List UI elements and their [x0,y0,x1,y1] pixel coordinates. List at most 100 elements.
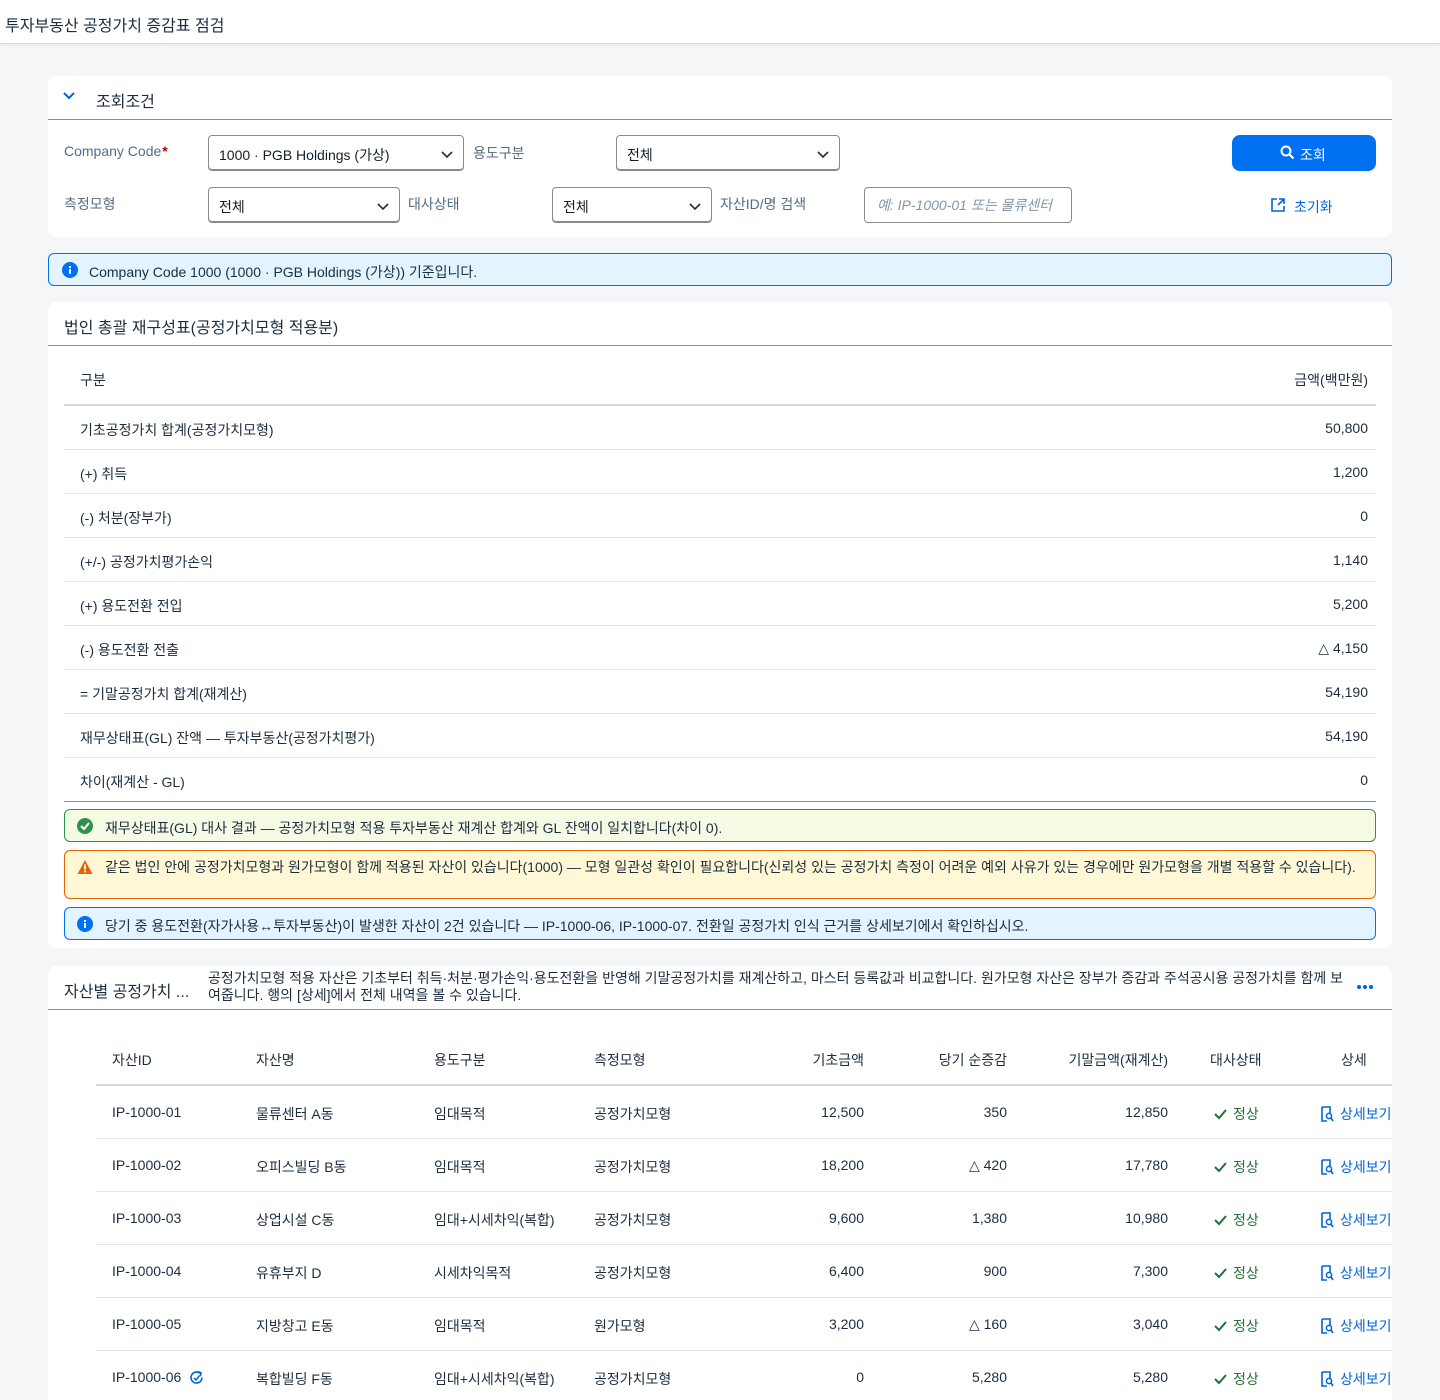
detail-link[interactable]: 상세보기 [1320,1369,1392,1389]
summary-row-amount: △ 4,150 [1318,640,1368,656]
transfer-icon[interactable] [188,1369,205,1386]
check-icon [1214,1162,1227,1173]
company-info-text: Company Code 1000 (1000 · PGB Holdings (… [89,264,478,280]
summary-row: (+) 취득 1,200 [64,450,1376,494]
success-message: 재무상태표(GL) 대사 결과 — 공정가치모형 적용 투자부동산 재계산 합계… [64,809,1376,842]
check-icon [1214,1268,1227,1279]
filter-header[interactable]: 조회조건 [48,76,1392,120]
company-code-label: Company Code* [64,143,168,159]
table-row[interactable]: IP-1000-04 유휴부지 D 시세차익목적 공정가치모형 6,400 90… [96,1245,1392,1298]
cell-begin: 9,600 [828,1210,864,1226]
summary-row: (+/-) 공정가치평가손익 1,140 [64,538,1376,582]
cell-change: △ 420 [968,1157,1007,1173]
chevron-down-icon [817,151,829,159]
summary-row-label: (+) 용도전환 전입 [80,598,183,614]
company-info-banner: Company Code 1000 (1000 · PGB Holdings (… [48,253,1392,286]
asset-table-title: 자산별 공정가치 ... [64,984,190,1001]
usage-select[interactable]: 전체 [616,135,840,171]
check-icon [1214,1215,1227,1226]
cell-begin: 12,500 [821,1104,864,1120]
summary-row-label: (-) 용도전환 전출 [80,642,180,658]
recon-select[interactable]: 전체 [552,187,712,223]
status-badge: 정상 [1214,1263,1259,1283]
summary-row-amount: 1,200 [1332,464,1368,480]
detail-icon [1321,1159,1334,1175]
summary-row-label: 재무상태표(GL) 잔액 — 투자부동산(공정가치평가) [80,730,375,746]
cell-id: IP-1000-01 [112,1104,182,1120]
col-header-usage[interactable]: 용도구분 [434,1050,486,1070]
asset-table-panel: 자산별 공정가치 ... 공정가치모형 적용 자산은 기초부터 취득·처분·평가… [48,966,1392,1400]
transfer-info-text: 당기 중 용도전환(자가사용↔투자부동산)이 발생한 자산이 2건 있습니다 —… [105,918,1029,934]
cell-id: IP-1000-02 [112,1157,182,1173]
col-header-model[interactable]: 측정모형 [594,1050,646,1070]
table-row[interactable]: IP-1000-02 오피스빌딩 B동 임대목적 공정가치모형 18,200 △… [96,1139,1392,1192]
table-row[interactable]: IP-1000-05 지방창고 E동 임대목적 원가모형 3,200 △ 160… [96,1298,1392,1351]
search-icon [1280,145,1295,160]
top-bar: 투자부동산 공정가치 증감표 점검 [0,0,1440,44]
cell-name: 오피스빌딩 B동 [256,1159,347,1175]
chevron-down-icon [689,203,701,211]
cell-model: 공정가치모형 [594,1212,672,1228]
summary-col-label: 구분 [80,372,106,388]
detail-link[interactable]: 상세보기 [1320,1104,1392,1124]
detail-icon [1321,1371,1334,1387]
cell-usage: 임대목적 [434,1159,486,1175]
cell-name: 물류센터 A동 [256,1106,334,1122]
more-icon[interactable] [1356,984,1374,990]
summary-row: 기초공정가치 합계(공정가치모형) 50,800 [64,406,1376,450]
cell-end: 10,980 [1125,1210,1168,1226]
col-header-change[interactable]: 당기 순증감 [939,1050,1007,1070]
detail-icon [1321,1318,1334,1334]
success-text: 재무상태표(GL) 대사 결과 — 공정가치모형 적용 투자부동산 재계산 합계… [105,820,723,836]
cell-id: IP-1000-03 [112,1210,182,1226]
cell-model: 공정가치모형 [594,1371,672,1387]
detail-link[interactable]: 상세보기 [1320,1263,1392,1283]
cell-usage: 임대+시세차익(복합) [434,1371,555,1387]
summary-row-amount: 50,800 [1325,420,1368,436]
summary-row: 재무상태표(GL) 잔액 — 투자부동산(공정가치평가) 54,190 [64,714,1376,758]
detail-link[interactable]: 상세보기 [1320,1316,1392,1336]
cell-end: 17,780 [1125,1157,1168,1173]
summary-row-amount: 0 [1360,772,1368,788]
model-label: 측정모형 [64,196,116,212]
detail-icon [1321,1106,1334,1122]
model-select[interactable]: 전체 [208,187,400,223]
table-row[interactable]: IP-1000-06 복합빌딩 F동 임대+시세차익(복합) 공정가치모형 0 … [96,1351,1392,1400]
required-marker: * [162,143,168,159]
chevron-down-icon [377,203,389,211]
cell-begin: 6,400 [828,1263,864,1279]
col-header-status[interactable]: 대사상태 [1210,1050,1262,1070]
usage-label: 용도구분 [473,145,525,161]
cell-change: 5,280 [971,1369,1007,1385]
summary-row-label: (+) 취득 [80,466,128,482]
cell-change: 1,380 [971,1210,1007,1226]
col-header-detail[interactable]: 상세 [1341,1050,1367,1070]
chevron-down-icon[interactable] [62,89,76,103]
summary-row-amount: 1,140 [1332,552,1368,568]
cell-change: △ 160 [968,1316,1007,1332]
cell-usage: 시세차익목적 [434,1265,512,1281]
detail-icon [1321,1265,1334,1281]
detail-link[interactable]: 상세보기 [1320,1210,1392,1230]
col-header-begin[interactable]: 기초금액 [812,1050,864,1070]
cell-id: IP-1000-05 [112,1316,182,1332]
reset-icon [1271,198,1285,212]
cell-usage: 임대목적 [434,1106,486,1122]
col-header-end[interactable]: 기말금액(재계산) [1069,1050,1168,1070]
cell-change: 900 [983,1263,1007,1279]
chevron-down-icon [441,151,453,159]
cell-begin: 3,200 [828,1316,864,1332]
col-header-name[interactable]: 자산명 [256,1050,295,1070]
summary-row-label: (+/-) 공정가치평가손익 [80,554,213,570]
detail-link[interactable]: 상세보기 [1320,1157,1392,1177]
col-header-id[interactable]: 자산ID [112,1050,152,1070]
table-row[interactable]: IP-1000-03 상업시설 C동 임대+시세차익(복합) 공정가치모형 9,… [96,1192,1392,1245]
cell-name: 지방창고 E동 [256,1318,334,1334]
summary-row-label: = 기말공정가치 합계(재계산) [80,686,247,702]
transfer-info-message: 당기 중 용도전환(자가사용↔투자부동산)이 발생한 자산이 2건 있습니다 —… [64,907,1376,940]
table-row[interactable]: IP-1000-01 물류센터 A동 임대목적 공정가치모형 12,500 35… [96,1086,1392,1139]
company-code-select[interactable]: 1000 · PGB Holdings (가상) [208,135,464,171]
search-input[interactable] [865,188,1071,222]
search-button[interactable]: 조회 [1232,135,1376,171]
status-badge: 정상 [1214,1157,1259,1177]
